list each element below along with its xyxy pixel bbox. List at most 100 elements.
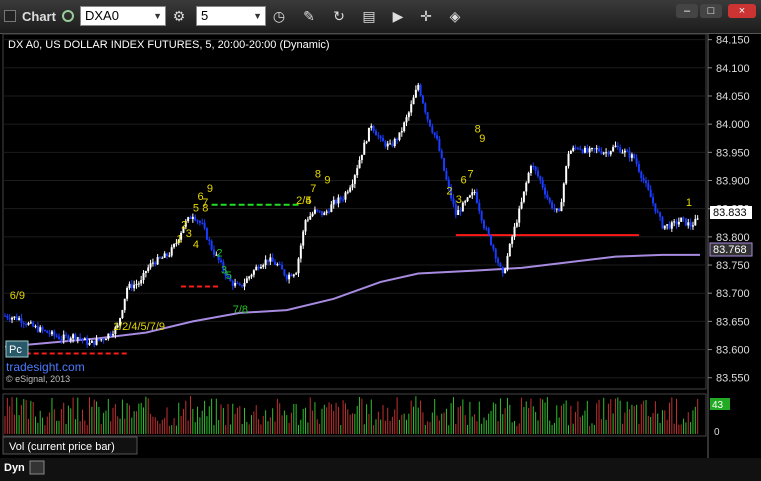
price-bar [201, 222, 204, 224]
price-bar [330, 204, 333, 212]
price-bar [572, 147, 575, 152]
price-bar [90, 340, 93, 343]
price-bar [234, 283, 237, 286]
price-bar [339, 197, 342, 200]
price-bar [426, 112, 429, 120]
price-bar [4, 315, 6, 317]
last-price: 83.833 [713, 207, 747, 219]
price-bar [351, 183, 354, 188]
price-bar [494, 248, 497, 259]
price-bar [18, 318, 21, 320]
price-bar [687, 222, 690, 226]
price-bar [313, 209, 316, 214]
price-bar [58, 336, 61, 340]
price-bar [529, 166, 532, 173]
pc-badge-label: Pc [9, 344, 22, 356]
price-bar [135, 284, 138, 286]
td-count-label: 7/8 [233, 304, 248, 316]
price-bar [661, 216, 664, 229]
price-bar [337, 197, 340, 204]
price-bar [349, 187, 352, 192]
price-bar [534, 166, 537, 171]
price-bar [112, 334, 115, 336]
price-bar [525, 182, 528, 192]
price-bar [459, 210, 462, 212]
price-bar [295, 273, 298, 275]
watermark: tradesight.com [6, 360, 85, 374]
dyn-label: Dyn [4, 462, 25, 474]
price-bar [302, 231, 305, 246]
volume-scale-top: 43 [712, 400, 724, 411]
price-bar [32, 322, 35, 327]
price-bar [257, 266, 260, 269]
td-count-label: 7 [468, 169, 474, 181]
price-bar [478, 202, 481, 212]
price-bar [46, 330, 49, 333]
price-bar [490, 235, 493, 246]
price-bar [107, 333, 110, 339]
price-bar [438, 138, 441, 151]
price-tick-label: 83.750 [716, 260, 750, 272]
price-bar [142, 272, 145, 280]
price-bar [41, 327, 44, 331]
price-bar [121, 310, 124, 319]
price-bar [34, 326, 37, 328]
price-bar [283, 269, 286, 276]
lock-icon[interactable] [29, 460, 45, 475]
price-bar [565, 166, 568, 184]
price-bar [187, 217, 190, 222]
price-bar [668, 224, 671, 229]
chart-header: DX A0, US DOLLAR INDEX FUTURES, 5, 20:00… [8, 39, 330, 51]
price-bar [419, 84, 422, 96]
price-bar [147, 267, 150, 272]
price-bar [445, 170, 448, 180]
price-bar [684, 218, 687, 226]
price-bar [511, 236, 514, 244]
price-bar [666, 224, 669, 226]
price-bar [238, 283, 241, 285]
price-chart[interactable]: 6/91/2/4/5/7/91234567892357/82/4578 9236 7… [0, 0, 761, 481]
price-bar [123, 298, 126, 311]
price-bar [126, 287, 129, 299]
price-bar [173, 244, 176, 248]
price-bar [20, 318, 23, 324]
price-bar [245, 278, 248, 283]
td-count-label: 6 [461, 174, 467, 186]
price-bar [259, 266, 262, 269]
price-bar [6, 315, 9, 318]
price-tick-label: 83.600 [716, 345, 750, 357]
price-bar [548, 198, 551, 203]
price-bar [104, 338, 107, 341]
price-bar [196, 220, 199, 222]
td-count-label: 6/9 [10, 290, 25, 302]
price-bar [15, 316, 18, 320]
price-bar [640, 171, 643, 179]
price-bar [482, 220, 485, 229]
price-bar [696, 218, 699, 220]
price-bar [677, 221, 680, 225]
price-bar [574, 147, 577, 149]
price-bar [65, 334, 68, 336]
price-bar [560, 202, 563, 212]
price-bar [79, 337, 82, 339]
price-bar [297, 258, 300, 274]
price-bar [546, 194, 549, 199]
price-tick-label: 83.800 [716, 232, 750, 244]
td-count-label: 5 [226, 270, 232, 282]
price-bar [53, 331, 56, 336]
price-bar [628, 151, 631, 158]
price-bar [22, 323, 25, 325]
price-bar [60, 339, 63, 341]
price-bar [504, 269, 507, 274]
price-bar [670, 222, 673, 229]
price-bar [151, 262, 154, 264]
price-bar [62, 334, 65, 340]
price-bar [656, 211, 659, 213]
price-bar [386, 143, 389, 147]
price-bar [144, 271, 147, 273]
price-bar [506, 256, 509, 270]
price-bar [689, 222, 692, 227]
price-bar [391, 143, 394, 147]
price-bar [55, 335, 58, 337]
price-bar [616, 145, 619, 148]
